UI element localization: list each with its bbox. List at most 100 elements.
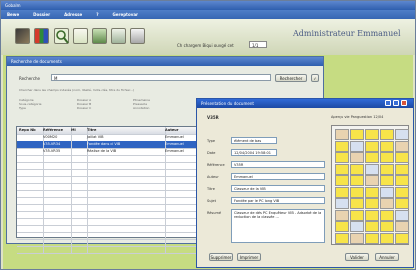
- table-cell: [41, 176, 72, 183]
- table-cell: [41, 169, 72, 176]
- table-cell: [85, 176, 166, 183]
- criteria-item: Type: [19, 106, 26, 110]
- preview-thumbnail: [365, 175, 379, 186]
- menu-gereptovar[interactable]: Gereptovar: [113, 12, 138, 17]
- network-icon[interactable]: [92, 28, 107, 44]
- table-cell: [85, 225, 166, 232]
- table-cell: [41, 239, 72, 246]
- print-button[interactable]: Imprimer: [237, 253, 261, 261]
- menu-help[interactable]: ?: [96, 12, 98, 17]
- table-cell: [17, 176, 44, 183]
- table-cell: V35-VR34: [41, 141, 72, 148]
- toolbar-page-field[interactable]: 1/1: [249, 41, 267, 48]
- field-label: Titre: [207, 187, 215, 191]
- subject-field[interactable]: Fondée par le PC long VIB: [231, 197, 325, 204]
- table-cell: [17, 169, 44, 176]
- criteria-item: Dossier C: [77, 106, 92, 110]
- table-cell: [85, 162, 166, 169]
- table-cell: [41, 232, 72, 239]
- criteria-item: Annotation: [133, 106, 150, 110]
- table-cell: [85, 239, 166, 246]
- maximize-icon[interactable]: [393, 100, 399, 106]
- table-cell: [41, 218, 72, 225]
- menu-bewe[interactable]: Bewe: [7, 12, 19, 17]
- cancel-button[interactable]: Annuler: [375, 253, 399, 261]
- column-header[interactable]: Repo Nb: [17, 127, 44, 134]
- preview-thumbnail: [335, 221, 349, 232]
- preview-thumbnail: [395, 163, 409, 175]
- table-cell: [17, 218, 44, 225]
- date-field[interactable]: 12/04/2004 19:58:01: [231, 149, 277, 156]
- table-cell: [85, 169, 166, 176]
- search-icon[interactable]: [54, 28, 69, 44]
- table-cell: [41, 197, 72, 204]
- preview-thumbnail: [335, 198, 349, 209]
- printer-icon[interactable]: [130, 28, 145, 44]
- table-cell: [41, 204, 72, 211]
- table-cell: [41, 190, 72, 197]
- preview-thumbnail: [365, 152, 379, 163]
- preview-thumbnail: [395, 198, 409, 209]
- column-header[interactable]: Titre: [85, 127, 166, 134]
- search-options-icon[interactable]: ✓: [311, 74, 319, 82]
- preview-thumbnail: [380, 209, 394, 221]
- table-cell: [41, 155, 72, 162]
- preview-thumbnail: [395, 175, 409, 186]
- close-icon[interactable]: [401, 100, 407, 106]
- minimize-icon[interactable]: [385, 100, 391, 106]
- table-cell: [85, 183, 166, 190]
- preview-thumbnail: [350, 175, 364, 186]
- document-code: V35R: [207, 115, 219, 120]
- preview-thumbnail: [365, 140, 379, 152]
- document-icon[interactable]: [73, 28, 88, 44]
- preview-thumbnail: [380, 198, 394, 209]
- table-cell: [85, 155, 166, 162]
- preview-thumbnail: [395, 129, 409, 140]
- preview-thumbnail: [350, 209, 364, 221]
- search-input[interactable]: M: [51, 74, 271, 81]
- preview-thumbnail: [365, 129, 379, 140]
- table-cell: [41, 225, 72, 232]
- column-header[interactable]: Référence: [41, 127, 72, 134]
- table-cell: [17, 232, 44, 239]
- preview-thumbnail: [335, 175, 349, 186]
- preview-thumbnail: [365, 163, 379, 175]
- search-button[interactable]: Rechercher: [275, 74, 307, 82]
- summary-textarea[interactable]: Classeur de dés PC Enquêteur VIB - Adsor…: [231, 209, 325, 243]
- preview-thumbnail: [380, 186, 394, 198]
- table-cell: Réalise de la VIB: [85, 148, 166, 155]
- title-field[interactable]: Classeur de la VIB: [231, 185, 325, 192]
- search-options-text: Chercher dans les champs indexés (nom, l…: [19, 88, 135, 92]
- preview-thumbnail: [395, 232, 409, 244]
- books-icon[interactable]: [34, 28, 49, 44]
- preview-thumbnail: [365, 232, 379, 244]
- menu-dossier[interactable]: Dossier: [33, 12, 50, 17]
- table-cell: [17, 155, 44, 162]
- table-cell: [17, 134, 44, 141]
- table-cell: [17, 190, 44, 197]
- preview-thumbnail: [335, 129, 349, 140]
- document-preview[interactable]: [331, 125, 409, 245]
- validate-button[interactable]: Valider: [345, 253, 369, 261]
- table-cell: [85, 211, 166, 218]
- folder-stack-icon[interactable]: [15, 28, 30, 44]
- menu-adresse[interactable]: Adresse: [64, 12, 82, 17]
- field-label: Type: [207, 139, 216, 143]
- author-field[interactable]: Emmanuel: [231, 173, 325, 180]
- tools-icon[interactable]: [111, 28, 126, 44]
- reference-field[interactable]: V35R: [231, 161, 325, 168]
- field-label: Date: [207, 151, 216, 155]
- table-cell: [85, 204, 166, 211]
- table-cell: [17, 183, 44, 190]
- toolbar-hint: Ch chargem Biqui ouvgé cet: [177, 43, 234, 48]
- table-cell: [85, 190, 166, 197]
- preview-thumbnail: [350, 221, 364, 232]
- preview-thumbnail: [350, 163, 364, 175]
- delete-button[interactable]: Supprimer: [209, 253, 233, 261]
- type-select[interactable]: élément de bas: [231, 137, 277, 144]
- field-label: Sujet: [207, 199, 216, 203]
- table-cell: [41, 246, 72, 253]
- table-cell: [17, 225, 44, 232]
- preview-thumbnail: [335, 232, 349, 244]
- preview-thumbnail: [365, 209, 379, 221]
